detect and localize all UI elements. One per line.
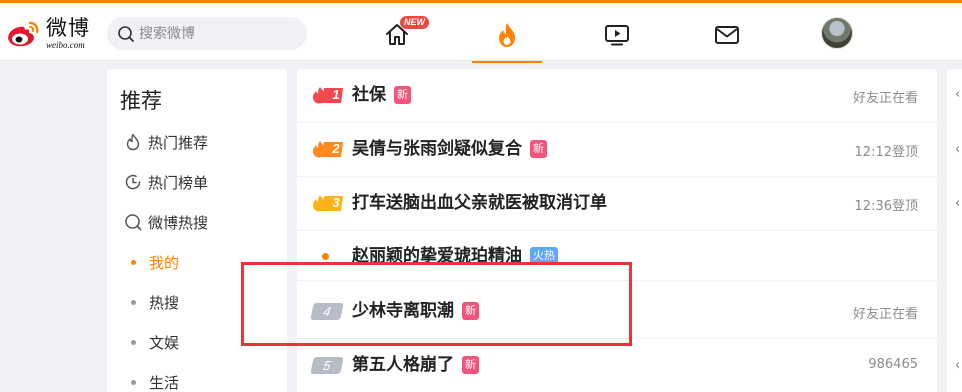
- chevron-left-icon[interactable]: ‹: [955, 142, 960, 157]
- sidebar-item-label: 生活: [149, 373, 180, 392]
- hot-item-meta: 好友正在看: [852, 91, 918, 106]
- hot-item-title-text: 第五人格崩了: [352, 355, 454, 375]
- sidebar-item-mine[interactable]: 我的: [124, 252, 179, 272]
- search-box[interactable]: [107, 17, 307, 50]
- new-tag: 新: [462, 356, 479, 374]
- hot-item-title-text: 少林寺离职潮: [352, 301, 454, 321]
- rank-number: 1: [332, 87, 340, 102]
- bullet-dot-icon: [131, 259, 136, 265]
- right-panel: ‹ ‹ ‹ ‹: [947, 69, 962, 392]
- hot-list-row[interactable]: 1 社保新 好友正在看: [297, 69, 937, 123]
- sidebar-item-label: 微博热搜: [148, 213, 209, 232]
- flame-outline-icon: [126, 133, 140, 151]
- logo-wordmark: 微博: [46, 16, 90, 40]
- flame-icon: [499, 22, 515, 47]
- clock-rank-icon: [125, 174, 141, 190]
- rank-number: 5: [310, 357, 344, 374]
- nav-home[interactable]: NEW: [362, 6, 432, 63]
- rank-number: 2: [332, 141, 340, 156]
- sidebar-item-entertainment[interactable]: 文娱: [124, 332, 179, 352]
- hot-item-title[interactable]: 打车送脑出血父亲就医被取消订单: [352, 192, 607, 214]
- hot-item-meta: 12:36登顶: [854, 199, 918, 214]
- hot-list-row[interactable]: 3 打车送脑出血父亲就医被取消订单 12:36登顶: [297, 177, 937, 231]
- new-tag: 新: [530, 140, 547, 158]
- weibo-eye-icon: [8, 21, 39, 47]
- hot-item-title-text: 赵丽颖的挚爱琥珀精油: [352, 246, 522, 266]
- hot-item-title[interactable]: 吴倩与张雨剑疑似复合新: [352, 138, 547, 160]
- sidebar-item-label: 我的: [149, 253, 180, 272]
- hot-item-meta: 好友正在看: [852, 307, 918, 322]
- nav-messages[interactable]: [692, 6, 762, 63]
- sidebar-item-label: 文娱: [149, 333, 180, 352]
- hot-list-row[interactable]: 4 少林寺离职潮新 好友正在看: [297, 285, 937, 339]
- nav-video[interactable]: [582, 6, 652, 63]
- hot-item-title-text: 社保: [352, 85, 386, 105]
- hot-list-row-promoted[interactable]: 赵丽颖的挚爱琥珀精油 火热: [297, 231, 937, 281]
- sidebar-item-label: 热搜: [149, 293, 180, 312]
- hot-search-list: 1 社保新 好友正在看 2 吴倩与张雨剑疑似复合新 12:12登顶 3 打车送脑…: [297, 69, 937, 392]
- hot-item-meta: 986465: [868, 357, 918, 372]
- rank-number: 3: [332, 195, 340, 210]
- logo-url: weibo.com: [46, 40, 85, 50]
- search-hot-icon: [125, 214, 142, 231]
- bullet-dot-icon: [131, 379, 136, 385]
- chevron-left-icon[interactable]: ‹: [955, 87, 960, 102]
- left-sidebar: 推荐 热门推荐 热门榜单 微博热搜 我的 热搜 文娱 生活: [107, 69, 287, 392]
- nav-hot[interactable]: [472, 6, 542, 63]
- sidebar-item-hot-rank[interactable]: 热门榜单: [124, 172, 208, 192]
- video-play-icon: [605, 24, 629, 45]
- sidebar-item-life[interactable]: 生活: [124, 372, 179, 392]
- sidebar-item-hot[interactable]: 热搜: [124, 292, 179, 312]
- hot-tag: 火热: [530, 247, 558, 265]
- hot-list-row[interactable]: 5 第五人格崩了新 986465: [297, 339, 937, 392]
- chevron-left-icon[interactable]: ‹: [955, 196, 960, 211]
- chevron-left-icon[interactable]: ‹: [955, 358, 960, 373]
- search-input[interactable]: [139, 17, 299, 50]
- rank-number: 4: [310, 303, 344, 320]
- bullet-dot-icon: [131, 339, 136, 345]
- hot-item-meta: 12:12登顶: [854, 145, 918, 160]
- sidebar-title: 推荐: [120, 89, 162, 113]
- mail-icon: [715, 25, 739, 44]
- new-tag: 新: [462, 302, 479, 320]
- sidebar-item-label: 热门榜单: [148, 173, 209, 192]
- user-avatar[interactable]: [821, 17, 853, 49]
- top-nav-bar: 微博 weibo.com NEW: [0, 0, 962, 63]
- sidebar-item-hot-recommend[interactable]: 热门推荐: [124, 132, 208, 152]
- hot-list-row[interactable]: 2 吴倩与张雨剑疑似复合新 12:12登顶: [297, 123, 937, 177]
- hot-item-title-text: 打车送脑出血父亲就医被取消订单: [352, 193, 607, 213]
- hot-item-title-text: 吴倩与张雨剑疑似复合: [352, 139, 522, 159]
- search-icon: [118, 26, 134, 42]
- weibo-logo[interactable]: 微博 weibo.com: [6, 15, 96, 51]
- hot-item-title[interactable]: 第五人格崩了新: [352, 354, 479, 376]
- hot-item-title[interactable]: 赵丽颖的挚爱琥珀精油 火热: [352, 245, 558, 267]
- sidebar-item-label: 热门推荐: [148, 133, 209, 152]
- new-tag: 新: [394, 86, 411, 104]
- promoted-dot-icon: [322, 253, 329, 260]
- hot-item-title[interactable]: 少林寺离职潮新: [352, 300, 479, 322]
- hot-item-title[interactable]: 社保新: [352, 84, 411, 106]
- bullet-dot-icon: [131, 299, 136, 305]
- new-badge: NEW: [400, 16, 429, 29]
- sidebar-item-hot-search[interactable]: 微博热搜: [124, 212, 208, 232]
